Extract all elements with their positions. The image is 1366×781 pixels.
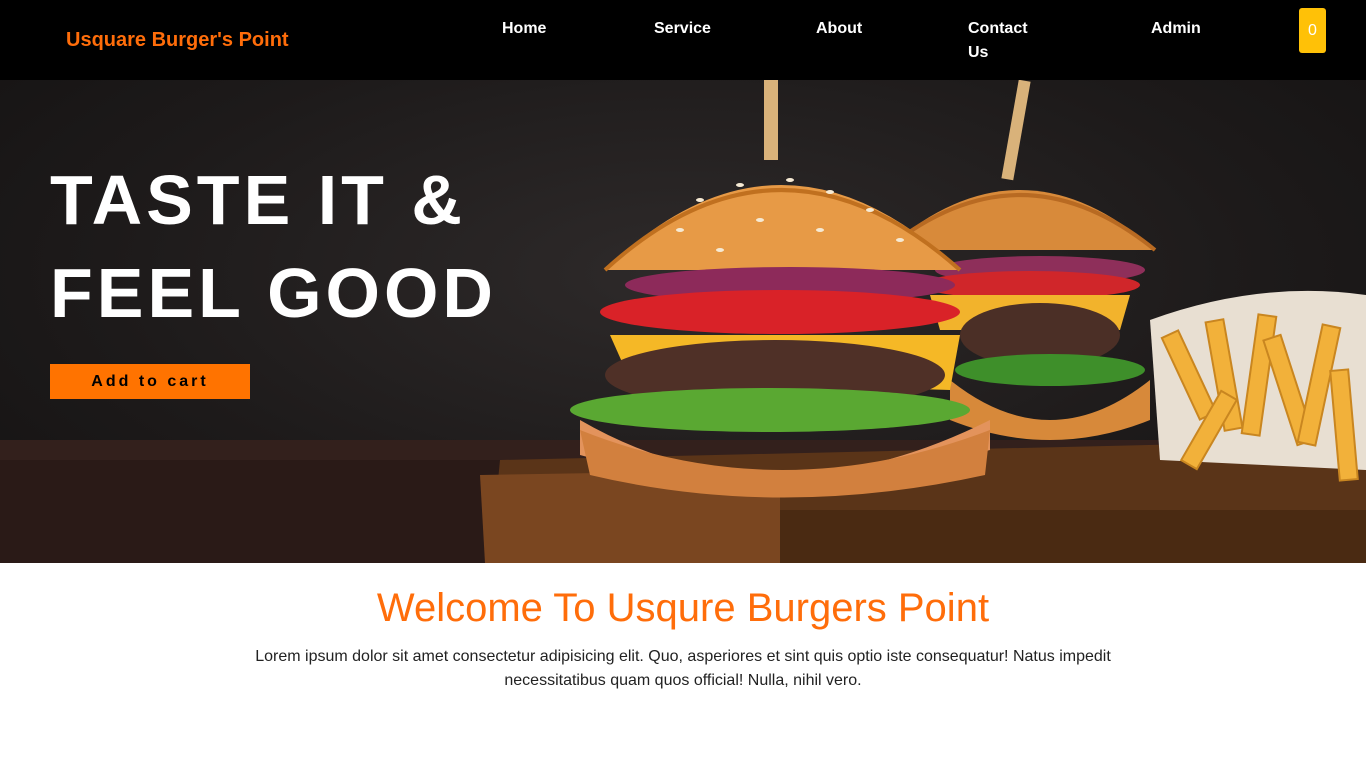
hero-headline: TASTE IT & FEEL GOOD [50,161,497,332]
top-navbar: Usquare Burger's Point Home Service Abou… [0,0,1366,80]
hero-banner: TASTE IT & FEEL GOOD Add to cart [0,80,1366,563]
nav-link-about[interactable]: About [816,17,862,41]
welcome-heading: Welcome To Usqure Burgers Point [376,586,990,630]
brand-logo-link[interactable]: Usquare Burger's Point [66,29,289,52]
cart-count-button[interactable]: 0 [1299,8,1326,53]
nav-link-service[interactable]: Service [654,17,711,41]
nav-link-home[interactable]: Home [502,17,546,41]
welcome-section: Welcome To Usqure Burgers Point Lorem ip… [0,563,1366,781]
nav-link-admin[interactable]: Admin [1151,17,1201,41]
welcome-description: Lorem ipsum dolor sit amet consectetur a… [255,648,1111,689]
add-to-cart-button[interactable]: Add to cart [50,364,250,399]
nav-link-contact-us[interactable]: Contact Us [968,17,1038,65]
